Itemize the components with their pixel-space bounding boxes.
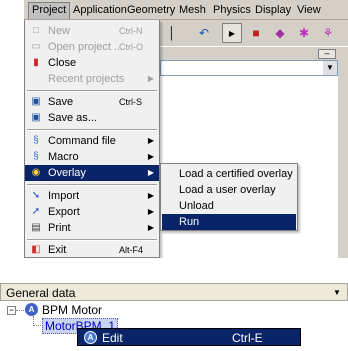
menu-mesh[interactable]: Mesh bbox=[176, 3, 209, 18]
context-menu-edit[interactable]: A Edit Ctrl-E bbox=[77, 328, 301, 346]
menu-separator bbox=[27, 184, 157, 186]
toolbar: │ ↶ ▶ ■ ◆ ✱ ⚘ bbox=[160, 20, 348, 46]
menu-item-exit[interactable]: ◧ Exit Alt-F4 bbox=[25, 242, 159, 258]
undo-icon[interactable]: ↶ bbox=[194, 23, 214, 43]
exit-icon: ◧ bbox=[31, 244, 41, 255]
submenu-arrow-icon: ▶ bbox=[147, 207, 154, 216]
menu-item-print[interactable]: ▤ Print ▶ bbox=[25, 220, 159, 236]
panel-edge bbox=[338, 60, 348, 258]
save-as-icon: ▣ bbox=[31, 112, 41, 123]
tree-line bbox=[16, 310, 24, 311]
physics-icon[interactable]: ⚘ bbox=[318, 23, 338, 43]
menu-item-new[interactable]: □ New Ctrl-N bbox=[25, 23, 159, 39]
view-icon[interactable]: ■ bbox=[246, 23, 266, 43]
menu-item-save[interactable]: ▣ Save Ctrl-S bbox=[25, 94, 159, 110]
menu-physics[interactable]: Physics bbox=[210, 3, 254, 18]
edit-shortcut: Ctrl-E bbox=[232, 331, 263, 345]
menu-geometry[interactable]: Geometry bbox=[124, 3, 178, 18]
submenu-arrow-icon: ▶ bbox=[147, 168, 154, 177]
overlay-icon: ◉ bbox=[31, 167, 41, 178]
menu-item-save-as[interactable]: ▣ Save as... bbox=[25, 110, 159, 126]
application-node-icon: A bbox=[25, 303, 38, 316]
menu-item-macro[interactable]: § Macro ▶ bbox=[25, 149, 159, 165]
macro-icon: § bbox=[33, 151, 39, 162]
menu-view[interactable]: View bbox=[294, 3, 324, 18]
arrow-right-icon[interactable]: ▶ bbox=[222, 23, 242, 43]
select-icon[interactable]: ◆ bbox=[270, 23, 290, 43]
new-file-icon: □ bbox=[32, 25, 40, 36]
menu-item-export[interactable]: ➚ Export ▶ bbox=[25, 204, 159, 220]
submenu-arrow-icon: ▶ bbox=[147, 136, 154, 145]
panel-combo[interactable]: ▼ bbox=[160, 60, 338, 76]
submenu-item-load-certified-overlay[interactable]: Load a certified overlay bbox=[162, 166, 296, 182]
mesh-icon[interactable]: ✱ bbox=[294, 23, 314, 43]
menu-item-close[interactable]: ▮ Close bbox=[25, 55, 159, 71]
tree-line bbox=[33, 325, 41, 326]
submenu-item-unload[interactable]: Unload bbox=[162, 198, 296, 214]
panel-title-bar: – bbox=[160, 46, 348, 60]
edit-icon: A bbox=[84, 331, 97, 344]
application-window: Project Application Geometry Mesh Physic… bbox=[24, 0, 348, 258]
tree-node-bpm-motor[interactable]: BPM Motor bbox=[42, 303, 102, 317]
menu-item-recent[interactable]: Recent projects ▶ bbox=[25, 71, 159, 87]
menu-bar: Project Application Geometry Mesh Physic… bbox=[24, 0, 348, 20]
import-icon: ➘ bbox=[31, 190, 41, 201]
submenu-arrow-icon: ▶ bbox=[147, 152, 154, 161]
menu-separator bbox=[27, 129, 157, 131]
menu-application[interactable]: Application bbox=[70, 3, 130, 18]
submenu-arrow-icon: ▶ bbox=[147, 74, 154, 83]
menu-separator bbox=[27, 90, 157, 92]
submenu-arrow-icon: ▶ bbox=[147, 223, 154, 232]
export-icon: ➚ bbox=[31, 206, 41, 217]
submenu-item-load-user-overlay[interactable]: Load a user overlay bbox=[162, 182, 296, 198]
chevron-down-icon[interactable]: ▼ bbox=[323, 61, 337, 75]
save-icon: ▣ bbox=[31, 96, 41, 107]
toolbar-separator: │ bbox=[168, 26, 176, 40]
chevron-down-icon[interactable]: ▼ bbox=[330, 286, 344, 299]
print-icon: ▤ bbox=[31, 222, 41, 233]
overlay-submenu: Load a certified overlay Load a user ove… bbox=[160, 163, 298, 231]
general-data-title: General data bbox=[6, 286, 76, 300]
open-folder-icon: ▭ bbox=[31, 41, 41, 52]
menu-item-import[interactable]: ➘ Import ▶ bbox=[25, 188, 159, 204]
python-icon: § bbox=[33, 135, 39, 146]
minimize-icon[interactable]: – bbox=[318, 49, 336, 59]
collapse-icon[interactable]: − bbox=[7, 306, 16, 315]
project-menu: □ New Ctrl-N ▭ Open project ... Ctrl-O ▮… bbox=[24, 20, 160, 258]
menu-item-open[interactable]: ▭ Open project ... Ctrl-O bbox=[25, 39, 159, 55]
menu-display[interactable]: Display bbox=[252, 3, 294, 18]
submenu-item-run[interactable]: Run bbox=[162, 214, 296, 230]
edit-label: Edit bbox=[102, 331, 123, 345]
submenu-arrow-icon: ▶ bbox=[147, 191, 154, 200]
close-icon: ▮ bbox=[33, 57, 39, 68]
menu-item-overlay[interactable]: ◉ Overlay ▶ bbox=[25, 165, 159, 181]
menu-project[interactable]: Project bbox=[28, 2, 71, 19]
menu-item-command-file[interactable]: § Command file ▶ bbox=[25, 133, 159, 149]
general-data-header[interactable]: General data ▼ bbox=[0, 283, 348, 301]
menu-separator bbox=[27, 239, 157, 241]
